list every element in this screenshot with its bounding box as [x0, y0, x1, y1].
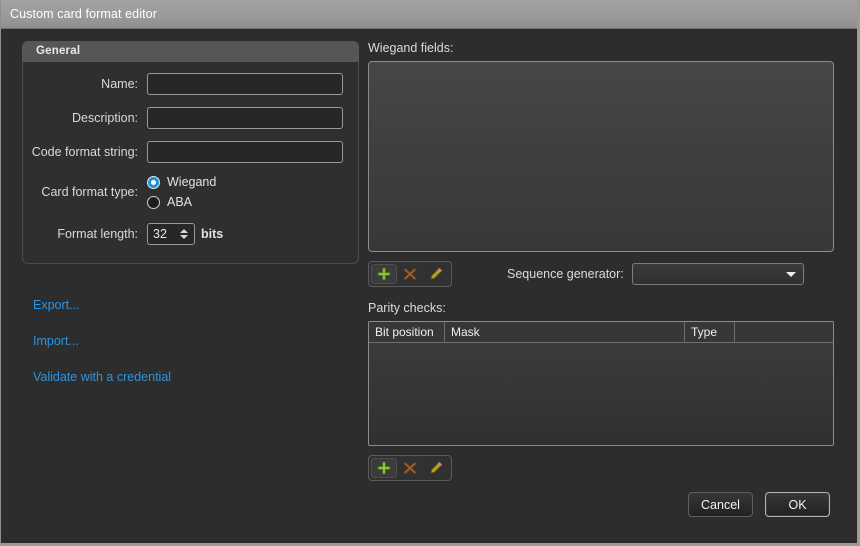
general-groupbox-header: General: [22, 41, 359, 62]
code-format-string-label: Code format string:: [23, 145, 147, 159]
parity-checks-toolbar: [368, 455, 452, 481]
format-length-units: bits: [201, 227, 223, 241]
custom-card-format-editor-window: Custom card format editor General Name: …: [0, 0, 860, 546]
column-header-mask[interactable]: Mask: [445, 322, 685, 342]
name-label: Name:: [23, 77, 147, 91]
card-format-type-radio-group: Wiegand ABA: [147, 175, 216, 209]
parity-checks-table[interactable]: Bit position Mask Type: [368, 321, 834, 446]
cancel-button[interactable]: Cancel: [688, 492, 753, 517]
window-title: Custom card format editor: [10, 7, 157, 21]
radio-label-wiegand: Wiegand: [167, 175, 216, 189]
parity-checks-toolbar-row: [368, 455, 834, 481]
wiegand-fields-label: Wiegand fields:: [368, 41, 834, 55]
column-header-type[interactable]: Type: [685, 322, 735, 342]
name-input[interactable]: [147, 73, 343, 95]
x-icon: [403, 267, 417, 281]
wiegand-fields-toolbar: [368, 261, 452, 287]
radio-option-wiegand[interactable]: Wiegand: [147, 175, 216, 189]
format-length-control: 32 bits: [147, 223, 223, 245]
pencil-icon: [429, 267, 443, 281]
parity-checks-table-header: Bit position Mask Type: [369, 322, 833, 343]
export-link[interactable]: Export...: [33, 298, 80, 312]
description-input[interactable]: [147, 107, 343, 129]
radio-button-unselected-icon[interactable]: [147, 196, 160, 209]
pencil-icon: [429, 461, 443, 475]
plus-icon: [377, 461, 391, 475]
stepper-buttons[interactable]: [177, 224, 194, 244]
parity-delete-button[interactable]: [397, 458, 423, 478]
sequence-generator-label: Sequence generator:: [507, 267, 624, 281]
plus-icon: [377, 267, 391, 281]
sequence-generator-dropdown[interactable]: [632, 263, 804, 285]
code-format-string-row: Code format string:: [23, 141, 346, 163]
parity-checks-table-body: [369, 343, 833, 446]
ok-button[interactable]: OK: [765, 492, 830, 517]
action-links: Export... Import... Validate with a cred…: [22, 298, 359, 384]
right-panel: Wiegand fields:: [368, 41, 834, 481]
general-groupbox: General Name: Description: Code format s…: [22, 41, 359, 264]
column-header-bit-position[interactable]: Bit position: [369, 322, 445, 342]
general-groupbox-body: Name: Description: Code format string: C…: [23, 42, 358, 263]
parity-add-button[interactable]: [371, 458, 397, 478]
wiegand-edit-button[interactable]: [423, 264, 449, 284]
format-length-value[interactable]: 32: [148, 224, 177, 244]
left-panel: General Name: Description: Code format s…: [22, 41, 359, 384]
description-row: Description:: [23, 107, 346, 129]
wiegand-fields-toolbar-row: Sequence generator:: [368, 261, 834, 287]
import-link[interactable]: Import...: [33, 334, 79, 348]
validate-with-credential-link[interactable]: Validate with a credential: [33, 370, 171, 384]
wiegand-delete-button[interactable]: [397, 264, 423, 284]
card-format-type-label: Card format type:: [23, 185, 147, 199]
code-format-string-input[interactable]: [147, 141, 343, 163]
chevron-up-icon[interactable]: [180, 229, 188, 233]
description-label: Description:: [23, 111, 147, 125]
name-row: Name:: [23, 73, 346, 95]
column-header-spacer[interactable]: [735, 322, 833, 342]
wiegand-fields-list[interactable]: [368, 61, 834, 252]
chevron-down-icon: [786, 272, 796, 277]
x-icon: [403, 461, 417, 475]
format-length-stepper[interactable]: 32: [147, 223, 195, 245]
parity-checks-label: Parity checks:: [368, 301, 834, 315]
card-format-type-row: Card format type: Wiegand ABA: [23, 175, 346, 209]
chevron-down-icon[interactable]: [180, 235, 188, 239]
title-bar: Custom card format editor: [1, 0, 857, 29]
format-length-label: Format length:: [23, 227, 147, 241]
parity-edit-button[interactable]: [423, 458, 449, 478]
radio-button-selected-icon[interactable]: [147, 176, 160, 189]
dialog-client-area: General Name: Description: Code format s…: [1, 29, 854, 540]
wiegand-add-button[interactable]: [371, 264, 397, 284]
radio-label-aba: ABA: [167, 195, 192, 209]
radio-option-aba[interactable]: ABA: [147, 195, 216, 209]
format-length-row: Format length: 32 bits: [23, 223, 346, 245]
dialog-button-bar: Cancel OK: [688, 492, 830, 517]
